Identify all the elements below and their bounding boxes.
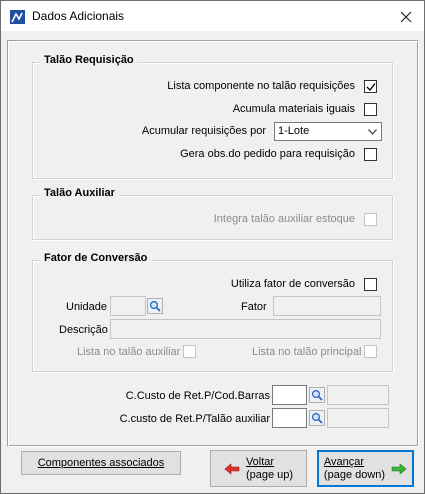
voltar-label: Voltar <box>245 455 275 468</box>
acumular-por-label: Acumular requisições por <box>141 125 266 137</box>
custo-barras-desc-input[interactable] <box>327 385 389 405</box>
lista-componente-checkbox[interactable] <box>364 80 377 93</box>
close-icon <box>400 11 412 22</box>
lista-principal-checkbox[interactable] <box>364 345 377 358</box>
acumular-por-value: 1-Lote <box>278 125 310 137</box>
magnifier-icon <box>311 412 323 424</box>
title-bar: Dados Adicionais <box>0 0 425 31</box>
avancar-label: Avançar <box>323 455 365 468</box>
avancar-button[interactable]: Avançar (page down) <box>317 450 414 487</box>
voltar-shortcut: (page up) <box>245 468 294 481</box>
utiliza-fator-checkbox[interactable] <box>364 278 377 291</box>
custo-barras-lookup-button[interactable] <box>309 387 325 403</box>
talao-auxiliar-group: Talão Auxiliar Integra talão auxiliar es… <box>32 187 393 240</box>
lista-componente-label: Lista componente no talão requisições <box>167 80 355 92</box>
lista-principal-label: Lista no talão principal <box>252 346 362 358</box>
integra-auxiliar-checkbox[interactable] <box>364 213 377 226</box>
componentes-associados-button[interactable]: Componentes associados <box>21 451 181 475</box>
acumula-materiais-label: Acumula materiais iguais <box>232 103 355 115</box>
magnifier-icon <box>149 300 161 312</box>
fator-label: Fator <box>241 301 267 313</box>
acumular-por-select[interactable]: 1-Lote <box>274 122 382 141</box>
acumula-materiais-checkbox[interactable] <box>364 103 377 116</box>
magnifier-icon <box>311 389 323 401</box>
lista-auxiliar-label: Lista no talão auxiliar <box>77 346 181 358</box>
integra-auxiliar-label: Integra talão auxiliar estoque <box>213 213 355 225</box>
window-title: Dados Adicionais <box>32 9 125 23</box>
main-panel: Talão Requisição Lista componente no tal… <box>7 40 419 447</box>
gera-obs-label: Gera obs.do pedido para requisição <box>180 148 355 160</box>
voltar-button[interactable]: Voltar (page up) <box>210 450 307 487</box>
talao-requisicao-group: Talão Requisição Lista componente no tal… <box>32 54 393 179</box>
custo-talao-auxiliar-lookup-button[interactable] <box>309 410 325 426</box>
fator-conversao-group: Fator de Conversão Utiliza fator de conv… <box>32 252 393 372</box>
fator-input[interactable] <box>273 296 381 316</box>
unidade-label: Unidade <box>66 301 107 313</box>
componentes-associados-label: Componentes associados <box>37 457 165 469</box>
avancar-shortcut: (page down) <box>323 468 386 481</box>
gera-obs-checkbox[interactable] <box>364 148 377 161</box>
app-icon <box>10 10 25 24</box>
custo-barras-label: C.Custo de Ret.P/Cod.Barras <box>125 390 270 402</box>
chevron-down-icon <box>364 123 381 140</box>
arrow-left-icon <box>224 462 240 475</box>
unidade-lookup-button[interactable] <box>147 298 163 314</box>
descricao-input[interactable] <box>110 319 381 339</box>
lista-auxiliar-checkbox[interactable] <box>183 345 196 358</box>
talao-auxiliar-title: Talão Auxiliar <box>40 187 119 199</box>
arrow-right-icon <box>391 462 407 475</box>
custo-talao-auxiliar-desc-input[interactable] <box>327 408 389 428</box>
custo-barras-code-input[interactable] <box>272 385 307 405</box>
unidade-input[interactable] <box>110 296 146 316</box>
descricao-label: Descrição <box>59 324 108 336</box>
utiliza-fator-label: Utiliza fator de conversão <box>230 278 355 290</box>
fator-conversao-title: Fator de Conversão <box>40 252 152 264</box>
custo-talao-auxiliar-code-input[interactable] <box>272 408 307 428</box>
close-button[interactable] <box>388 1 424 32</box>
window-client: Talão Requisição Lista componente no tal… <box>0 31 425 494</box>
custo-talao-auxiliar-label: C.custo de Ret.P/Talão auxiliar <box>119 413 270 425</box>
check-icon <box>366 83 376 91</box>
talao-requisicao-title: Talão Requisição <box>40 54 138 66</box>
